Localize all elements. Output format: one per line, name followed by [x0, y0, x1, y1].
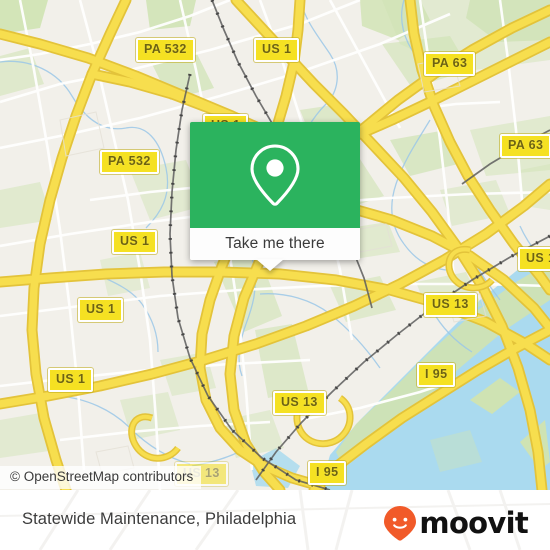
place-title: Statewide Maintenance, Philadelphia — [22, 510, 297, 528]
road-shield: US 1 — [254, 38, 300, 62]
road-shield: US 13 — [518, 247, 550, 271]
take-me-there-button[interactable]: Take me there — [190, 228, 360, 260]
moovit-pin-icon — [384, 506, 417, 541]
moovit-map-card: PA 532 US 1 PA 63 PA 532 PA 63 US 1 US 1 US 1 US… — [0, 0, 550, 550]
road-shield: US 13 — [424, 293, 477, 317]
osm-attribution[interactable]: © OpenStreetMap contributors — [0, 466, 202, 490]
road-shield: US 1 — [112, 230, 158, 254]
road-shield: PA 63 — [424, 52, 476, 76]
road-shield: PA 532 — [100, 150, 159, 174]
callout-header — [190, 122, 360, 228]
road-shield: US 13 — [273, 391, 326, 415]
map-callout-card[interactable]: Take me there — [190, 122, 360, 271]
take-me-there-label: Take me there — [225, 235, 325, 252]
road-shield: PA 532 — [136, 38, 195, 62]
footer-bar: Statewide Maintenance, Philadelphia moov… — [0, 490, 550, 550]
road-shield: US 1 — [78, 298, 124, 322]
moovit-logo[interactable]: moovit — [383, 505, 529, 541]
callout-pointer — [256, 259, 284, 271]
road-shield: I 95 — [308, 461, 347, 485]
road-shield: US 1 — [48, 368, 94, 392]
moovit-wordmark: moovit — [419, 505, 528, 540]
location-pin-icon — [250, 144, 300, 206]
road-shield: PA 63 — [500, 134, 550, 158]
road-shield: I 95 — [417, 363, 456, 387]
